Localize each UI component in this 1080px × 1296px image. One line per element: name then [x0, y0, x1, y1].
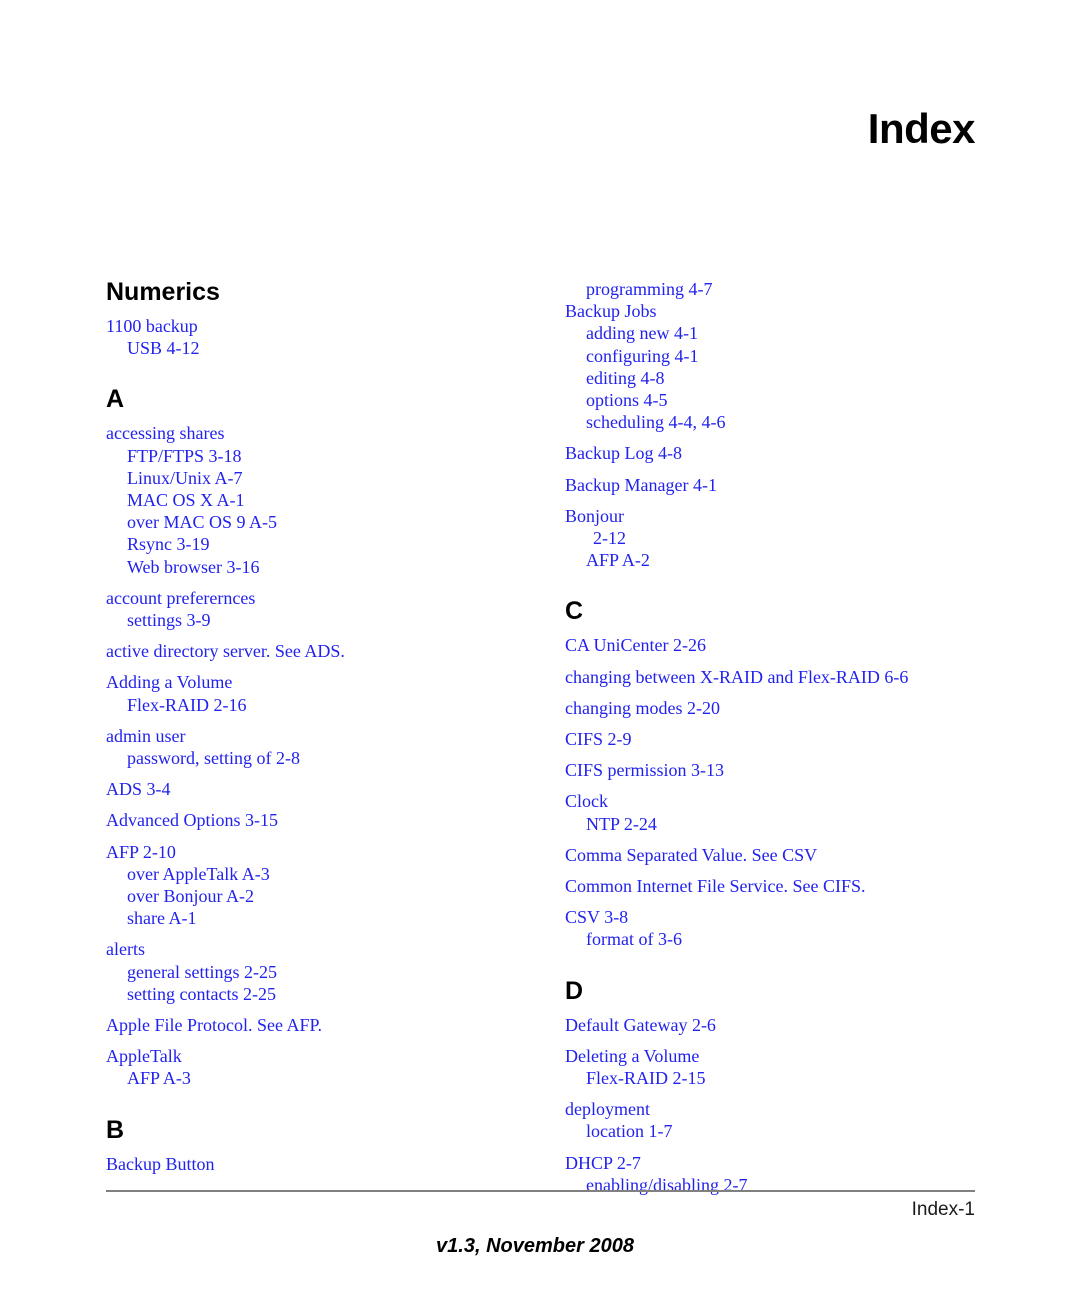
index-subentry[interactable]: programming 4-7 — [586, 278, 995, 300]
index-subentry[interactable]: Rsync 3-19 — [127, 533, 536, 555]
index-subentry[interactable]: location 1-7 — [586, 1120, 995, 1142]
index-subentry[interactable]: configuring 4-1 — [586, 345, 995, 367]
index-subentry[interactable]: general settings 2-25 — [127, 961, 536, 983]
footer-version: v1.3, November 2008 — [436, 1235, 634, 1257]
index-entry[interactable]: Backup Jobs — [565, 300, 995, 322]
index-entry[interactable]: changing modes 2-20 — [565, 697, 995, 719]
right-column: programming 4-7 Backup Jobs adding new 4-1… — [565, 278, 995, 1196]
index-subentry[interactable]: enabling/disabling 2-7 — [586, 1174, 995, 1196]
index-entry[interactable]: changing between X-RAID and Flex-RAID 6-… — [565, 666, 995, 688]
index-subentry[interactable]: over AppleTalk A-3 — [127, 863, 536, 885]
page-title: Index — [867, 105, 976, 152]
index-subentry[interactable]: editing 4-8 — [586, 367, 995, 389]
left-column: Numerics 1100 backup USB 4-12 Aaccessing sh… — [106, 278, 536, 1175]
index-entry[interactable]: accessing shares — [106, 422, 536, 444]
index-entry[interactable]: account preferernces — [106, 587, 536, 609]
index-entry[interactable]: Deleting a Volume — [565, 1045, 995, 1067]
index-subentry[interactable]: format of 3-6 — [586, 928, 995, 950]
section-heading-d: D — [565, 976, 584, 1005]
index-entry[interactable]: admin user — [106, 725, 536, 747]
index-subentry[interactable]: 2-12 — [593, 527, 995, 549]
index-subentry[interactable]: Flex-RAID 2-16 — [127, 694, 536, 716]
page-header: Index — [0, 105, 976, 152]
index-subentry[interactable]: share A-1 — [127, 907, 536, 929]
index-entry[interactable]: CIFS permission 3-13 — [565, 759, 995, 781]
index-subentry[interactable]: setting contacts 2-25 — [127, 983, 536, 1005]
index-subentry[interactable]: over MAC OS 9 A-5 — [127, 511, 536, 533]
index-entry[interactable]: AFP 2-10 — [106, 841, 536, 863]
section-heading-a: A — [106, 385, 125, 414]
index-subentry[interactable]: scheduling 4-4, 4-6 — [586, 411, 995, 433]
index-subentry[interactable]: AFP A-3 — [127, 1067, 536, 1089]
section-heading-numerics: Numerics — [106, 278, 220, 306]
index-subentry[interactable]: settings 3-9 — [127, 609, 536, 631]
section-heading-b: B — [106, 1115, 125, 1144]
index-subentry[interactable]: adding new 4-1 — [586, 322, 995, 344]
index-entry[interactable]: Backup Manager 4-1 — [565, 474, 995, 496]
index-subentry[interactable]: over Bonjour A-2 — [127, 885, 536, 907]
index-entry[interactable]: Backup Log 4-8 — [565, 442, 995, 464]
index-entry[interactable]: CSV 3-8 — [565, 906, 995, 928]
index-entry[interactable]: Bonjour — [565, 505, 995, 527]
index-entry[interactable]: Comma Separated Value. See CSV — [565, 844, 995, 866]
index-subentry[interactable]: options 4-5 — [586, 389, 995, 411]
index-subentry[interactable]: password, setting of 2-8 — [127, 747, 536, 769]
index-entry[interactable]: alerts — [106, 938, 536, 960]
index-entry[interactable]: AppleTalk — [106, 1045, 536, 1067]
index-entry[interactable]: Adding a Volume — [106, 671, 536, 693]
index-page: Index Numerics 1100 backup USB 4-12 Aaccess… — [0, 0, 1080, 1296]
index-entry[interactable]: Clock — [565, 790, 995, 812]
index-entry[interactable]: Apple File Protocol. See AFP. — [106, 1014, 536, 1036]
index-subentry[interactable]: NTP 2-24 — [586, 813, 995, 835]
index-entry[interactable]: DHCP 2-7 — [565, 1152, 995, 1174]
index-entry[interactable]: Default Gateway 2-6 — [565, 1014, 995, 1036]
index-entry[interactable]: Common Internet File Service. See CIFS. — [565, 875, 995, 897]
section-heading-c: C — [565, 597, 584, 626]
index-subentry[interactable]: Flex-RAID 2-15 — [586, 1067, 995, 1089]
index-subentry[interactable]: MAC OS X A-1 — [127, 489, 536, 511]
index-entry[interactable]: ADS 3-4 — [106, 778, 536, 800]
index-subentry[interactable]: USB 4-12 — [127, 337, 536, 359]
footer-divider — [106, 1190, 975, 1192]
index-subentry[interactable]: Web browser 3-16 — [127, 556, 536, 578]
index-entry[interactable]: Advanced Options 3-15 — [106, 809, 536, 831]
index-entry[interactable]: Backup Button — [106, 1153, 536, 1175]
index-entry[interactable]: CA UniCenter 2-26 — [565, 634, 995, 656]
index-entry[interactable]: deployment — [565, 1098, 995, 1120]
index-subentry[interactable]: Linux/Unix A-7 — [127, 467, 536, 489]
index-subentry[interactable]: FTP/FTPS 3-18 — [127, 445, 536, 467]
index-entry[interactable]: 1100 backup — [106, 315, 536, 337]
index-entry[interactable]: active directory server. See ADS. — [106, 640, 536, 662]
index-entry[interactable]: CIFS 2-9 — [565, 728, 995, 750]
footer-page-number: Index-1 — [911, 1199, 975, 1220]
index-subentry[interactable]: AFP A-2 — [586, 549, 995, 571]
